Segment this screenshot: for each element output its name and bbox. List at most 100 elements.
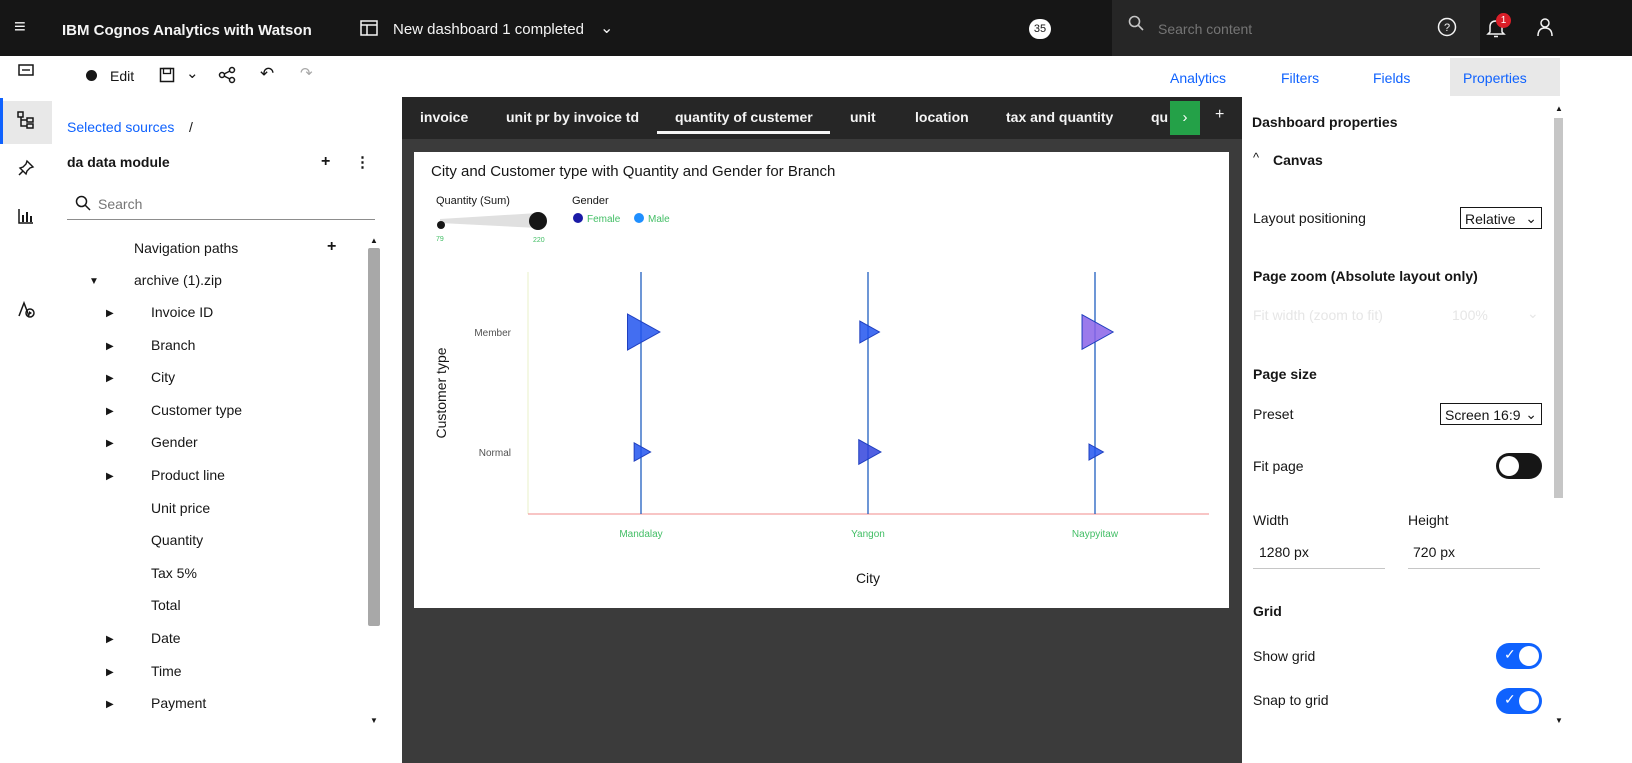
tree-item[interactable]: Total bbox=[151, 597, 181, 613]
caret-right-icon[interactable]: ▶ bbox=[106, 406, 114, 417]
tab-unit-pr-by-invoice-td[interactable]: unit pr by invoice td bbox=[506, 109, 639, 125]
legend-female-label: Female bbox=[587, 214, 621, 225]
fit-page-toggle[interactable] bbox=[1496, 453, 1542, 479]
scroll-up-icon[interactable]: ▲ bbox=[370, 236, 378, 245]
size-legend-max-dot bbox=[529, 212, 547, 230]
menu-icon[interactable]: ≡ bbox=[14, 16, 26, 39]
canvas-section-toggle[interactable]: Canvas bbox=[1273, 152, 1323, 168]
data-point[interactable] bbox=[627, 313, 661, 351]
user-icon[interactable] bbox=[1535, 17, 1555, 41]
preset-select[interactable]: Screen 16:9 ⌄ bbox=[1440, 403, 1542, 425]
archive-folder[interactable]: archive (1).zip bbox=[134, 272, 222, 288]
app-title: IBM Cognos Analytics with Watson bbox=[62, 22, 312, 39]
tree-item[interactable]: Gender bbox=[151, 434, 198, 450]
caret-right-icon[interactable]: ▶ bbox=[106, 634, 114, 645]
caret-right-icon[interactable]: ▶ bbox=[106, 308, 114, 319]
tree-item[interactable]: Time bbox=[151, 663, 182, 679]
visualizations-icon[interactable] bbox=[14, 207, 38, 231]
caret-right-icon[interactable]: ▶ bbox=[106, 373, 114, 384]
data-point[interactable] bbox=[1081, 313, 1115, 351]
zoom-value-disabled: 100% bbox=[1452, 307, 1488, 323]
undo-icon[interactable]: ↶ bbox=[260, 64, 274, 84]
pin-icon[interactable] bbox=[14, 159, 38, 183]
scroll-down-icon[interactable]: ▼ bbox=[370, 716, 378, 725]
show-grid-toggle[interactable]: ✓ bbox=[1496, 643, 1542, 669]
scroll-up-icon[interactable]: ▲ bbox=[1555, 104, 1563, 113]
snap-grid-toggle[interactable]: ✓ bbox=[1496, 688, 1542, 714]
edit-mode-icon[interactable] bbox=[86, 70, 97, 81]
tab-unit[interactable]: unit bbox=[850, 109, 876, 125]
tree-item[interactable]: Quantity bbox=[151, 532, 203, 548]
y-tick-label: Normal bbox=[479, 448, 511, 459]
tab-filters[interactable]: Filters bbox=[1281, 70, 1319, 86]
tree-item[interactable]: Product line bbox=[151, 467, 225, 483]
overflow-menu-icon[interactable]: ⋮ bbox=[355, 153, 370, 171]
caret-right-icon[interactable]: ▶ bbox=[106, 699, 114, 710]
data-point[interactable] bbox=[859, 320, 881, 344]
tree-item[interactable]: Payment bbox=[151, 695, 206, 711]
tree-item[interactable]: City bbox=[151, 369, 175, 385]
tab-quantity-of-custemer[interactable]: quantity of custemer bbox=[675, 109, 813, 125]
tree-item[interactable]: Customer type bbox=[151, 402, 242, 418]
tab-tax-and-quantity[interactable]: tax and quantity bbox=[1006, 109, 1113, 125]
tab-analytics[interactable]: Analytics bbox=[1170, 70, 1226, 86]
chart-card[interactable]: City and Customer type with Quantity and… bbox=[414, 152, 1229, 608]
add-nav-path-icon[interactable]: + bbox=[327, 238, 336, 256]
tree-item[interactable]: Date bbox=[151, 630, 181, 646]
scroll-down-icon[interactable]: ▼ bbox=[1555, 716, 1563, 725]
chevron-up-icon[interactable]: ^ bbox=[1253, 150, 1259, 165]
breadcrumb-selected-sources[interactable]: Selected sources bbox=[67, 119, 174, 135]
module-name: da data module bbox=[67, 154, 170, 170]
chevron-down-icon: ⌄ bbox=[1525, 406, 1537, 422]
tab-location[interactable]: location bbox=[915, 109, 969, 125]
height-input[interactable]: 720 px bbox=[1413, 544, 1455, 560]
svg-text:?: ? bbox=[1444, 22, 1450, 34]
active-tab-indicator bbox=[657, 131, 830, 134]
chevron-down-icon[interactable]: ⌄ bbox=[186, 64, 199, 82]
caret-right-icon[interactable]: ▶ bbox=[106, 471, 114, 482]
redo-icon[interactable]: ↷ bbox=[300, 64, 313, 82]
tree-item[interactable]: Invoice ID bbox=[151, 304, 213, 320]
save-icon[interactable] bbox=[159, 67, 175, 88]
width-input[interactable]: 1280 px bbox=[1259, 544, 1309, 560]
y-axis-label: Customer type bbox=[433, 347, 449, 438]
share-icon[interactable] bbox=[218, 66, 236, 89]
preset-label: Preset bbox=[1253, 406, 1294, 422]
tab-properties[interactable]: Properties bbox=[1463, 70, 1527, 86]
data-point[interactable] bbox=[858, 438, 882, 466]
dashboard-title[interactable]: New dashboard 1 completed bbox=[393, 21, 584, 38]
help-icon[interactable]: ? bbox=[1437, 17, 1457, 41]
properties-scrollbar-thumb[interactable] bbox=[1554, 118, 1563, 498]
assistant-icon[interactable] bbox=[14, 300, 38, 324]
add-source-icon[interactable]: + bbox=[321, 153, 330, 171]
x-tick-label: Mandalay bbox=[619, 529, 662, 540]
caret-right-icon[interactable]: ▶ bbox=[106, 438, 114, 449]
comment-icon[interactable] bbox=[14, 62, 38, 86]
x-tick-label: Naypyitaw bbox=[1072, 529, 1119, 540]
data-sources-icon[interactable] bbox=[14, 110, 38, 134]
caret-right-icon[interactable]: ▶ bbox=[106, 341, 114, 352]
scrollbar-thumb[interactable] bbox=[368, 248, 380, 626]
tab-fields[interactable]: Fields bbox=[1373, 70, 1410, 86]
search-underline bbox=[67, 219, 375, 220]
add-tab-icon[interactable]: + bbox=[1215, 106, 1224, 124]
tab-overflow-partial[interactable]: qu bbox=[1151, 109, 1168, 125]
layout-positioning-select[interactable]: Relative ⌄ bbox=[1460, 207, 1542, 229]
caret-down-icon[interactable]: ▼ bbox=[89, 276, 99, 287]
tab-scroll-right-button[interactable]: › bbox=[1170, 101, 1200, 135]
search-content-input[interactable] bbox=[1156, 17, 1460, 41]
chevron-down-icon[interactable]: ⌄ bbox=[600, 18, 613, 38]
tree-item[interactable]: Branch bbox=[151, 337, 195, 353]
navigation-paths[interactable]: Navigation paths bbox=[134, 240, 238, 256]
tree-item[interactable]: Tax 5% bbox=[151, 565, 197, 581]
tree-item[interactable]: Unit price bbox=[151, 500, 210, 516]
collab-badge[interactable]: 35 bbox=[1029, 19, 1051, 39]
caret-right-icon[interactable]: ▶ bbox=[106, 667, 114, 678]
data-point[interactable] bbox=[1088, 443, 1105, 461]
data-point[interactable] bbox=[633, 442, 652, 462]
chevron-down-icon: ⌄ bbox=[1525, 210, 1537, 226]
properties-header: Dashboard properties bbox=[1252, 114, 1398, 130]
source-search-input[interactable] bbox=[96, 192, 370, 216]
tab-invoice[interactable]: invoice bbox=[420, 109, 468, 125]
edit-toggle[interactable]: Edit bbox=[110, 68, 134, 84]
